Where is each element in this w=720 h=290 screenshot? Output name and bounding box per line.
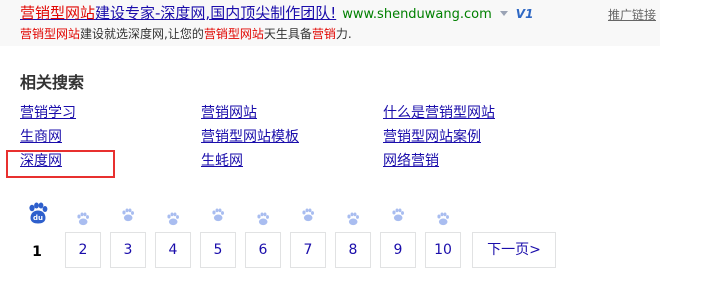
ad-title-keyword[interactable]: 营销型网站	[20, 4, 95, 22]
page-link-10[interactable]: 10	[425, 232, 461, 268]
related-search-link[interactable]: 营销网站	[201, 104, 257, 122]
related-searches-heading: 相关搜索	[20, 73, 85, 92]
ad-desc-text: 天生具备	[263, 27, 312, 41]
current-page-number: 1	[32, 244, 42, 260]
ad-desc-text: 力.	[335, 27, 352, 41]
v1-verified-badge[interactable]: V1	[516, 7, 534, 21]
ad-title-link[interactable]: 营销型网站建设专家-深度网,国内顶尖制作团队!	[20, 4, 336, 22]
paw-icon	[391, 207, 405, 222]
sponsored-link-label[interactable]: 推广链接	[608, 6, 656, 23]
related-search-link[interactable]: 生商网	[20, 128, 62, 146]
paw-icon	[301, 207, 315, 222]
paw-icon	[436, 211, 450, 226]
search-results-page: 营销型网站建设专家-深度网,国内顶尖制作团队! www.shenduwang.co…	[0, 0, 720, 290]
next-page-button[interactable]: 下一页>	[472, 232, 556, 268]
paw-icon	[346, 211, 360, 226]
du-logo-text: du	[33, 214, 43, 222]
related-search-link[interactable]: 营销型网站模板	[201, 128, 299, 146]
ad-title-line: 营销型网站建设专家-深度网,国内顶尖制作团队! www.shenduwang.co…	[20, 3, 533, 25]
page-link-7[interactable]: 7	[290, 232, 326, 268]
page-link-9[interactable]: 9	[380, 232, 416, 268]
paw-icon	[166, 211, 180, 226]
ad-desc-keyword: 营销	[311, 27, 336, 41]
page-link-5[interactable]: 5	[200, 232, 236, 268]
related-search-link[interactable]: 网络营销	[383, 152, 439, 170]
ad-title-rest[interactable]: 建设专家-深度网,国内顶尖制作团队!	[95, 4, 336, 22]
related-search-link[interactable]: 生蚝网	[201, 152, 243, 170]
chevron-down-icon[interactable]	[499, 11, 508, 16]
ad-desc-keyword: 营销型网站	[203, 27, 264, 41]
related-search-link[interactable]: 营销型网站案例	[383, 128, 481, 146]
baidu-paw-logo-icon: du	[27, 202, 49, 224]
paw-icon	[76, 211, 90, 226]
ad-description: 营销型网站建设就选深度网,让您的营销型网站天生具备营销力.	[20, 26, 352, 42]
page-link-3[interactable]: 3	[110, 232, 146, 268]
annotation-highlight-box	[6, 150, 115, 178]
paw-icon	[121, 207, 135, 222]
ad-desc-text: 建设就选深度网,让您的	[80, 27, 204, 41]
sponsored-result: 营销型网站建设专家-深度网,国内顶尖制作团队! www.shenduwang.co…	[0, 0, 660, 46]
related-search-link[interactable]: 什么是营销型网站	[383, 104, 495, 122]
page-link-4[interactable]: 4	[155, 232, 191, 268]
page-link-2[interactable]: 2	[65, 232, 101, 268]
page-link-8[interactable]: 8	[335, 232, 371, 268]
related-search-link[interactable]: 营销学习	[20, 104, 76, 122]
paw-icon	[211, 207, 225, 222]
paw-icon	[256, 211, 270, 226]
ad-display-url: www.shenduwang.com	[342, 7, 492, 22]
ad-desc-keyword: 营销型网站	[20, 27, 81, 41]
page-link-6[interactable]: 6	[245, 232, 281, 268]
